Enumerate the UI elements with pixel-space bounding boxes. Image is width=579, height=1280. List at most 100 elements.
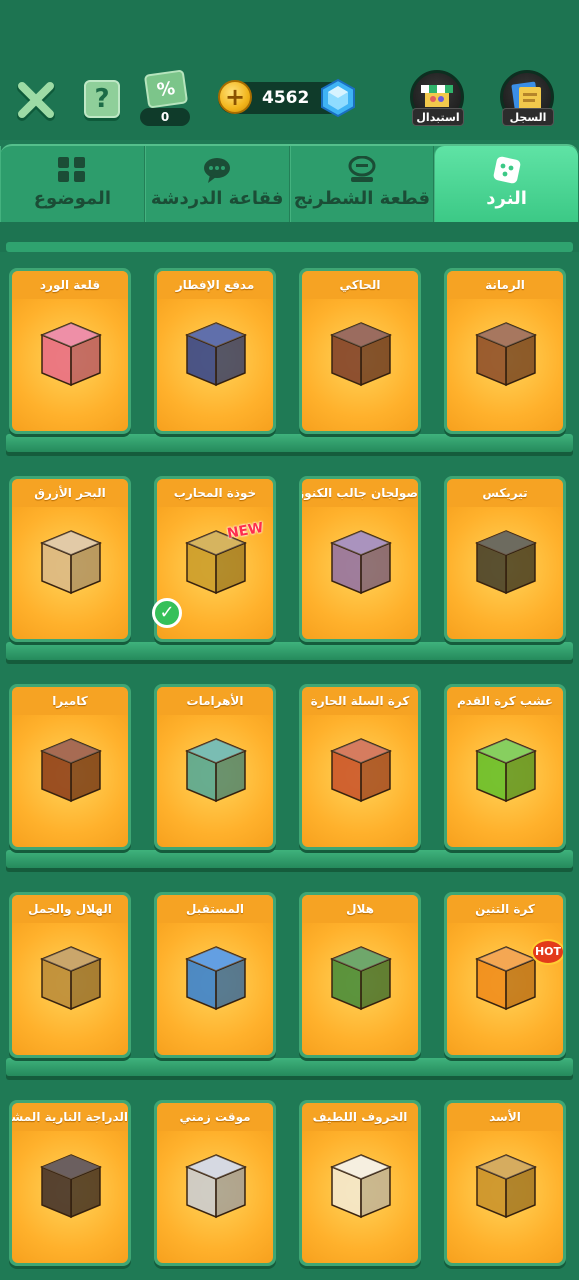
dice-card-title: تيريكس <box>447 479 563 507</box>
soccer-dice-icon <box>475 738 537 803</box>
dice-card-body: الرمانة <box>447 271 563 431</box>
dice-card[interactable]: الحاكي <box>299 268 421 434</box>
crescent-dice-icon <box>330 946 392 1011</box>
dice-card[interactable]: الخروف اللطيف <box>299 1100 421 1266</box>
chess-piece-icon <box>348 156 376 182</box>
category-tabs: الموضوع فقاعة الدردشة قطعة الشطرنج النرد <box>0 144 579 222</box>
chat-bubble-icon <box>204 158 231 183</box>
dice-card-title: كاميرا <box>12 687 128 715</box>
dice-card[interactable]: صولجان جالب الكنوز <box>299 476 421 642</box>
pyramid-dice-icon <box>185 738 247 803</box>
dice-card-title: خوذة المحارب <box>157 479 273 507</box>
dice-card-body: الدراجة النارية المشتعلة <box>12 1103 128 1263</box>
dice-card[interactable]: المستقبل <box>154 892 276 1058</box>
scepter-dice-icon <box>330 530 392 595</box>
timer-dice-icon <box>185 1154 247 1219</box>
dice-icon <box>493 156 520 184</box>
cannon-dice-icon <box>185 322 247 387</box>
tab-label: الموضوع <box>33 188 111 209</box>
dice-card[interactable]: الرمانة <box>444 268 566 434</box>
coupon-button[interactable]: % 0 <box>140 69 190 126</box>
dice-card-title: كرة التنين <box>447 895 563 923</box>
lion-dice-icon <box>475 1154 537 1219</box>
tab-label: النرد <box>486 188 527 209</box>
close-button[interactable] <box>14 78 58 122</box>
dice-card[interactable]: الهلال والجمل <box>9 892 131 1058</box>
dice-card-title: كرة السلة الحارة <box>302 687 418 715</box>
dice-card-title: موقت زمني <box>157 1103 273 1131</box>
rose-dice-icon <box>40 322 102 387</box>
dice-card-body: كاميرا <box>12 687 128 847</box>
dice-card-title: مدفع الإفطار <box>157 271 273 299</box>
dice-card[interactable]: تيريكس <box>444 476 566 642</box>
dice-card-body: الأسد <box>447 1103 563 1263</box>
dice-card-title: الهلال والجمل <box>12 895 128 923</box>
basketball-dice-icon <box>330 738 392 803</box>
dice-card-title: الرمانة <box>447 271 563 299</box>
dice-card[interactable]: عشب كرة القدم <box>444 684 566 850</box>
store-label: استبدال <box>412 108 464 126</box>
hot-badge: HOT <box>531 939 563 965</box>
sheep-dice-icon <box>330 1154 392 1219</box>
camel-dice-icon <box>40 946 102 1011</box>
dice-card[interactable]: هلال <box>299 892 421 1058</box>
dice-card-title: الأسد <box>447 1103 563 1131</box>
dice-card[interactable]: كرة السلة الحارة <box>299 684 421 850</box>
future-dice-icon <box>185 946 247 1011</box>
dice-card-title: هلال <box>302 895 418 923</box>
dice-card-title: صولجان جالب الكنوز <box>302 479 418 507</box>
record-label: السجل <box>502 108 554 126</box>
new-badge: NEW <box>225 519 265 543</box>
dice-card-body: كرة التنين HOT <box>447 895 563 1055</box>
help-icon: ? <box>94 84 110 114</box>
coupon-icon: % <box>143 69 189 109</box>
help-button[interactable]: ? <box>84 80 120 118</box>
shelf-divider <box>6 642 573 660</box>
dice-card[interactable]: مدفع الإفطار <box>154 268 276 434</box>
camera-dice-icon <box>40 738 102 803</box>
dice-card-body: الأهرامات <box>157 687 273 847</box>
tab-chess-piece[interactable]: قطعة الشطرنج <box>289 146 435 222</box>
balance-value: 4562 <box>262 88 310 108</box>
pomegranate-dice-icon <box>475 322 537 387</box>
dice-card[interactable]: البحر الأزرق <box>9 476 131 642</box>
tab-label: قطعة الشطرنج <box>293 188 431 209</box>
tab-dice[interactable]: النرد <box>434 146 579 222</box>
dice-card-title: الحاكي <box>302 271 418 299</box>
motorbike-dice-icon <box>40 1154 102 1219</box>
shelf-divider <box>6 434 573 452</box>
coupon-count: 0 <box>140 108 190 126</box>
dice-card[interactable]: كاميرا <box>9 684 131 850</box>
add-coins-icon[interactable]: + <box>218 80 252 114</box>
gramophone-dice-icon <box>330 322 392 387</box>
gem-icon[interactable] <box>318 78 358 118</box>
exchange-store-button[interactable]: استبدال <box>410 70 466 128</box>
dice-card[interactable]: كرة التنين HOT <box>444 892 566 1058</box>
dice-card[interactable]: قلعة الورد <box>9 268 131 434</box>
dice-card-body: كرة السلة الحارة <box>302 687 418 847</box>
tab-theme[interactable]: الموضوع <box>0 146 145 222</box>
close-icon <box>17 82 55 121</box>
dice-card-body: الهلال والجمل <box>12 895 128 1055</box>
shelf-divider <box>6 1058 573 1076</box>
dice-card-body: صولجان جالب الكنوز <box>302 479 418 639</box>
record-button[interactable]: السجل <box>500 70 556 128</box>
dice-card[interactable]: الأسد <box>444 1100 566 1266</box>
tab-label: فقاعة الدردشة <box>150 188 284 209</box>
dice-card-title: الدراجة النارية المشتعلة <box>12 1103 128 1131</box>
tab-chat-bubble[interactable]: فقاعة الدردشة <box>144 146 290 222</box>
dice-card-title: قلعة الورد <box>12 271 128 299</box>
dice-card[interactable]: الدراجة النارية المشتعلة <box>9 1100 131 1266</box>
dice-card-body: موقت زمني <box>157 1103 273 1263</box>
dice-card[interactable]: الأهرامات <box>154 684 276 850</box>
top-bar <box>0 0 579 140</box>
dice-card-body: تيريكس <box>447 479 563 639</box>
dice-card-title: عشب كرة القدم <box>447 687 563 715</box>
dice-card[interactable]: موقت زمني <box>154 1100 276 1266</box>
dice-card-title: البحر الأزرق <box>12 479 128 507</box>
dice-card-body: المستقبل <box>157 895 273 1055</box>
dice-card-body: عشب كرة القدم <box>447 687 563 847</box>
dragon-dice-icon <box>475 946 537 1011</box>
dice-card-body: قلعة الورد <box>12 271 128 431</box>
dice-card-body: هلال <box>302 895 418 1055</box>
